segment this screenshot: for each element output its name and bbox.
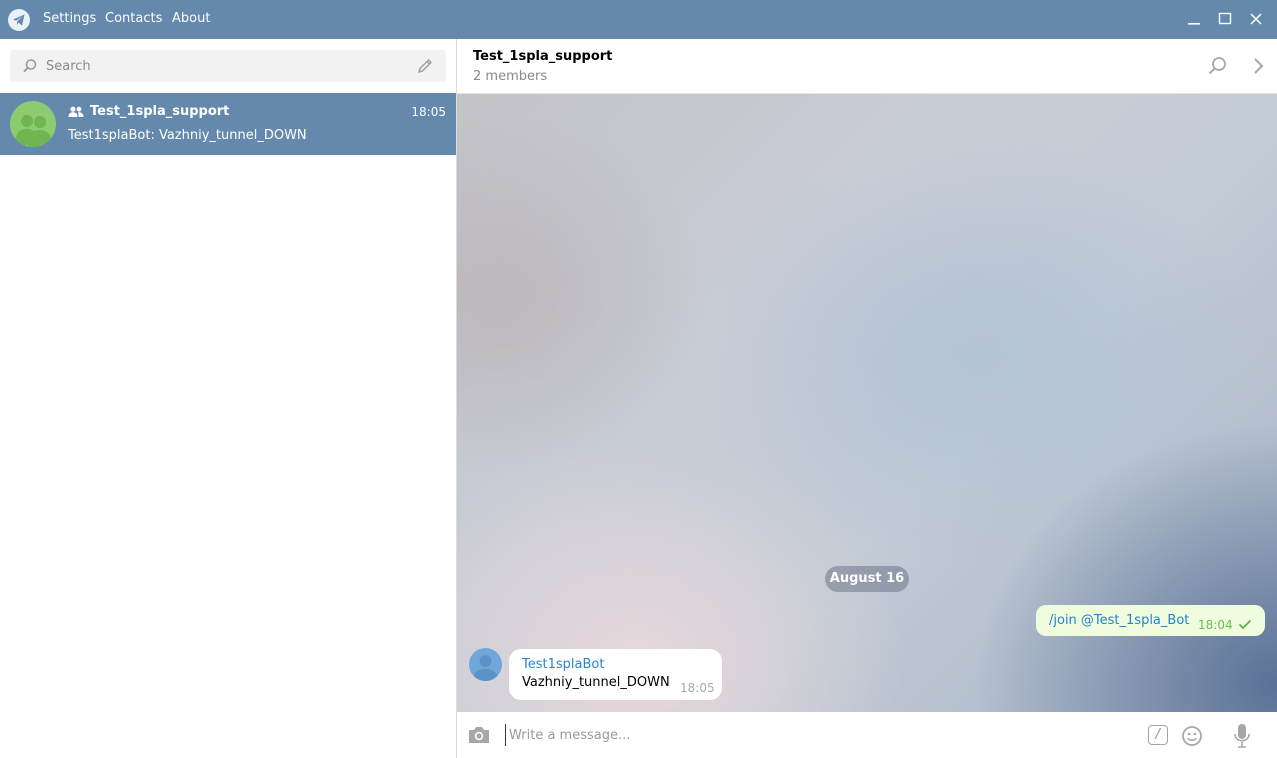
dialog-preview: Test1splaBot: Vazhniy_tunnel_DOWN <box>68 128 307 143</box>
message-text[interactable]: /join @Test_1spla_Bot <box>1049 613 1189 629</box>
bot-command-icon[interactable]: / <box>1148 725 1168 745</box>
maximize-icon <box>1218 12 1232 25</box>
search-input[interactable] <box>46 50 406 82</box>
group-chat-icon <box>68 106 84 117</box>
chat-messages-area[interactable]: August 16 /join @Test_1spla_Bot 18:04 Te… <box>457 94 1277 712</box>
dialog-time: 18:05 <box>411 105 446 119</box>
message-sender[interactable]: Test1splaBot <box>522 657 604 673</box>
search-icon <box>23 59 37 73</box>
close-icon <box>1250 13 1262 25</box>
chat-header[interactable]: Test_1spla_support 2 members <box>457 39 1277 94</box>
menu-contacts[interactable]: Contacts <box>105 11 162 27</box>
telegram-logo-icon[interactable] <box>8 9 30 31</box>
emoji-icon[interactable] <box>1181 725 1203 747</box>
title-bar: Settings Contacts About <box>0 0 1277 39</box>
search-box[interactable] <box>10 50 446 82</box>
message-text[interactable]: Vazhniy_tunnel_DOWN <box>522 675 670 691</box>
close-button[interactable] <box>1243 6 1269 32</box>
dialogs-panel: Test_1spla_support 18:05 Test1splaBot: V… <box>0 39 456 758</box>
user-silhouette-icon <box>473 655 498 681</box>
chat-title[interactable]: Test_1spla_support <box>473 49 612 65</box>
incoming-message[interactable]: Test1splaBot Vazhniy_tunnel_DOWN 18:05 <box>509 649 722 700</box>
chevron-right-icon[interactable] <box>1253 57 1265 75</box>
camera-icon[interactable] <box>467 725 491 745</box>
chat-search-icon[interactable] <box>1207 56 1227 76</box>
maximize-button[interactable] <box>1212 6 1238 32</box>
dialog-item[interactable]: Test_1spla_support 18:05 Test1splaBot: V… <box>0 93 456 155</box>
minimize-icon <box>1188 23 1200 25</box>
date-separator: August 16 <box>825 566 909 592</box>
message-composer: / <box>457 712 1277 758</box>
group-avatar <box>10 101 56 147</box>
message-input[interactable] <box>505 724 1125 746</box>
microphone-icon[interactable] <box>1233 723 1251 749</box>
chat-members-count: 2 members <box>473 69 548 84</box>
minimize-button[interactable] <box>1181 6 1207 32</box>
bot-avatar[interactable] <box>469 648 502 681</box>
menu-settings[interactable]: Settings <box>43 11 96 27</box>
group-users-icon <box>15 115 52 147</box>
dialog-name: Test_1spla_support <box>90 104 230 119</box>
message-time: 18:04 <box>1198 618 1233 632</box>
message-time: 18:05 <box>680 681 715 695</box>
menu-about[interactable]: About <box>172 11 210 27</box>
outgoing-message[interactable]: /join @Test_1spla_Bot 18:04 <box>1036 605 1265 636</box>
check-icon <box>1238 619 1252 630</box>
compose-pencil-icon[interactable] <box>416 57 434 75</box>
